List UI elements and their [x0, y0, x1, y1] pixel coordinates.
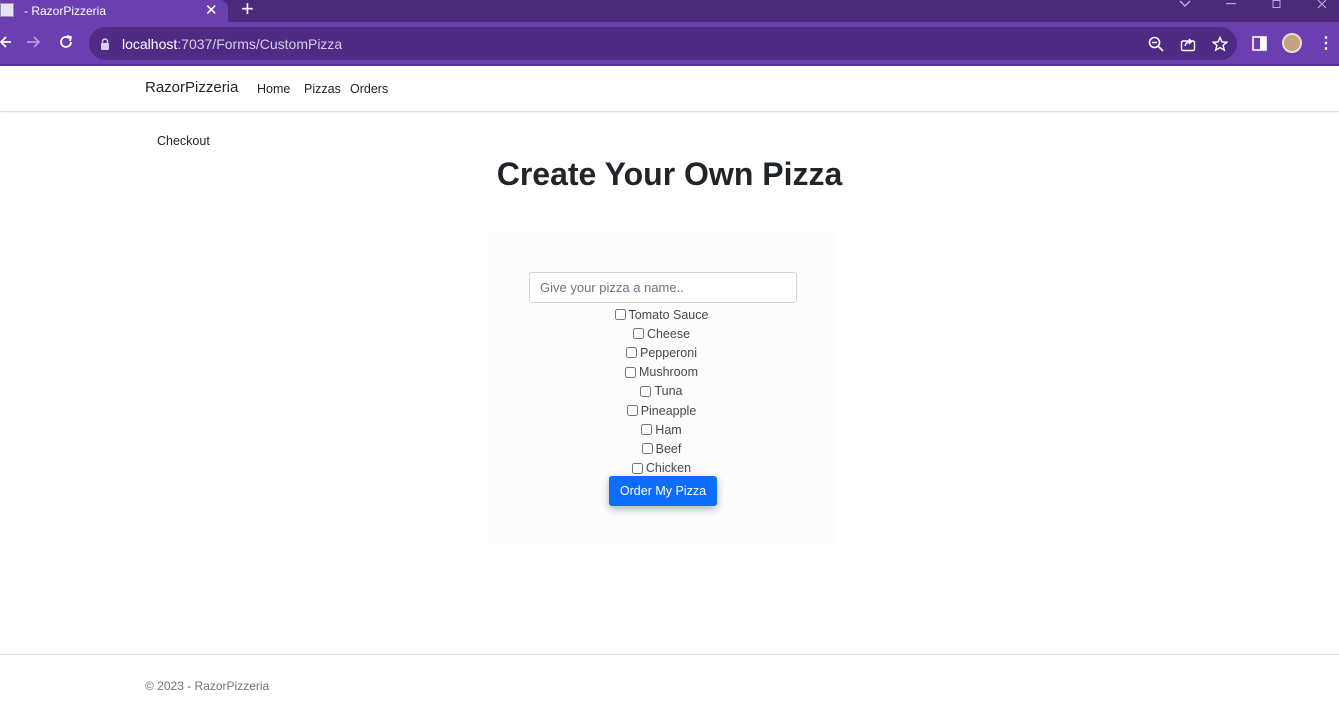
topping-checkbox[interactable]: [632, 328, 644, 340]
lock-icon[interactable]: [100, 38, 110, 50]
url-text[interactable]: localhost:7037/Forms/CustomPizza: [122, 36, 342, 52]
tab-search-icon[interactable]: [1179, 0, 1191, 8]
topping-mushroom[interactable]: Mushroom: [488, 363, 835, 382]
topping-label: Beef: [655, 441, 682, 456]
toppings-list: Tomato Sauce Cheese Pepperoni Mushroom T…: [488, 305, 835, 478]
topping-checkbox[interactable]: [641, 424, 653, 436]
topping-label: Tuna: [654, 384, 683, 399]
nav-pizzas[interactable]: Pizzas: [304, 82, 341, 96]
topping-checkbox[interactable]: [631, 462, 643, 474]
topping-label: Mushroom: [638, 365, 699, 380]
topping-beef[interactable]: Beef: [488, 439, 835, 458]
topping-checkbox[interactable]: [626, 405, 638, 417]
new-tab-button[interactable]: +: [241, 0, 254, 22]
url-path: :7037/Forms/CustomPizza: [177, 36, 343, 52]
topping-label: Pepperoni: [640, 345, 697, 360]
topping-tuna[interactable]: Tuna: [488, 382, 835, 401]
topping-label: Ham: [655, 422, 682, 437]
topping-label: Cheese: [646, 326, 691, 341]
topping-cheese[interactable]: Cheese: [488, 324, 835, 343]
minimize-icon[interactable]: [1226, 3, 1236, 5]
brand-link[interactable]: RazorPizzeria: [145, 79, 238, 96]
topping-pineapple[interactable]: Pineapple: [488, 401, 835, 420]
back-icon[interactable]: [0, 35, 12, 49]
order-pizza-button[interactable]: Order My Pizza: [609, 476, 717, 506]
zoom-icon[interactable]: [1148, 36, 1164, 52]
page-favicon-icon: [0, 3, 14, 17]
topping-checkbox[interactable]: [641, 443, 653, 455]
nav-orders[interactable]: Orders: [350, 82, 388, 96]
window-close-icon[interactable]: [1317, 0, 1327, 8]
profile-avatar[interactable]: [1282, 33, 1302, 53]
browser-tab[interactable]: - RazorPizzeria ✕: [0, 0, 228, 22]
side-panel-icon[interactable]: [1252, 36, 1267, 51]
topping-tomato-sauce[interactable]: Tomato Sauce: [488, 305, 835, 324]
topping-label: Pineapple: [640, 403, 697, 418]
restore-icon[interactable]: [1272, 0, 1282, 8]
topping-label: Tomato Sauce: [628, 307, 709, 322]
topping-pepperoni[interactable]: Pepperoni: [488, 343, 835, 362]
topping-label: Chicken: [645, 461, 692, 476]
site-navbar: RazorPizzeria Home Pizzas Orders: [0, 66, 1339, 112]
topping-checkbox[interactable]: [640, 385, 652, 397]
reload-icon[interactable]: [58, 34, 74, 50]
topping-checkbox[interactable]: [614, 309, 626, 321]
topping-chicken[interactable]: Chicken: [488, 459, 835, 478]
topping-ham[interactable]: Ham: [488, 420, 835, 439]
browser-tab-strip: - RazorPizzeria ✕ +: [0, 0, 1339, 22]
checkout-link[interactable]: Checkout: [157, 134, 210, 148]
forward-icon[interactable]: [26, 35, 41, 49]
site-footer: © 2023 - RazorPizzeria: [0, 654, 1339, 708]
topping-checkbox[interactable]: [624, 366, 636, 378]
nav-home[interactable]: Home: [257, 82, 290, 96]
tab-close-icon[interactable]: ✕: [205, 1, 218, 19]
menu-kebab-icon[interactable]: ⋮: [1318, 33, 1334, 53]
bookmark-star-icon[interactable]: [1212, 36, 1228, 52]
url-host: localhost: [122, 36, 178, 52]
footer-copyright: © 2023 - RazorPizzeria: [145, 679, 270, 693]
pizza-name-input[interactable]: [529, 272, 797, 303]
page-title: Create Your Own Pizza: [496, 156, 843, 192]
share-icon[interactable]: [1180, 36, 1196, 52]
tab-title: - RazorPizzeria: [24, 4, 107, 18]
topping-checkbox[interactable]: [626, 347, 637, 359]
